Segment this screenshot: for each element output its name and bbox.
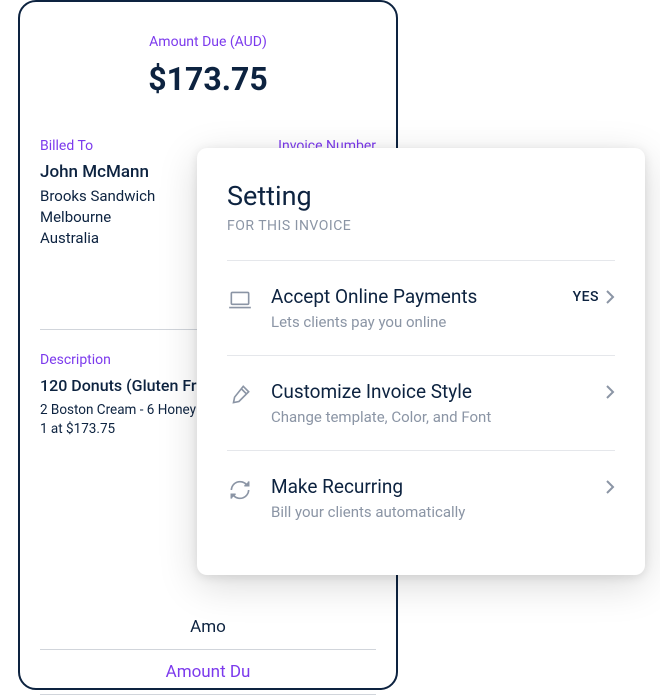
amount-due-value: $173.75	[40, 60, 376, 98]
setting-desc: Bill your clients automatically	[271, 503, 605, 521]
settings-subtitle: FOR THIS INVOICE	[227, 218, 615, 234]
settings-title: Setting	[227, 180, 615, 212]
chevron-right-icon	[605, 384, 615, 400]
setting-action	[605, 384, 615, 400]
setting-item-payments[interactable]: Accept Online Payments Lets clients pay …	[227, 261, 615, 356]
setting-content: Accept Online Payments Lets clients pay …	[271, 285, 573, 331]
chevron-right-icon	[605, 479, 615, 495]
refresh-icon	[227, 477, 253, 503]
setting-action: YES	[573, 289, 615, 305]
totals-section: Amo Amount Du	[40, 609, 376, 695]
setting-item-recurring[interactable]: Make Recurring Bill your clients automat…	[227, 451, 615, 545]
chevron-right-icon	[605, 289, 615, 305]
setting-desc: Lets clients pay you online	[271, 313, 573, 331]
setting-desc: Change template, Color, and Font	[271, 408, 605, 426]
setting-content: Customize Invoice Style Change template,…	[271, 380, 605, 426]
setting-title: Customize Invoice Style	[271, 380, 605, 403]
amount-due-header: Amount Due (AUD) $173.75	[40, 34, 376, 98]
setting-content: Make Recurring Bill your clients automat…	[271, 475, 605, 521]
amount-paid-row: Amo	[40, 609, 376, 645]
amount-due-row: Amount Du	[40, 649, 376, 695]
setting-title: Accept Online Payments	[271, 285, 573, 308]
amount-due-label: Amount Due (AUD)	[40, 34, 376, 50]
laptop-icon	[227, 287, 253, 313]
setting-title: Make Recurring	[271, 475, 605, 498]
settings-panel: Setting FOR THIS INVOICE Accept Online P…	[197, 148, 645, 575]
brush-icon	[227, 382, 253, 408]
setting-item-customize[interactable]: Customize Invoice Style Change template,…	[227, 356, 615, 451]
yes-badge: YES	[573, 289, 599, 305]
setting-action	[605, 479, 615, 495]
